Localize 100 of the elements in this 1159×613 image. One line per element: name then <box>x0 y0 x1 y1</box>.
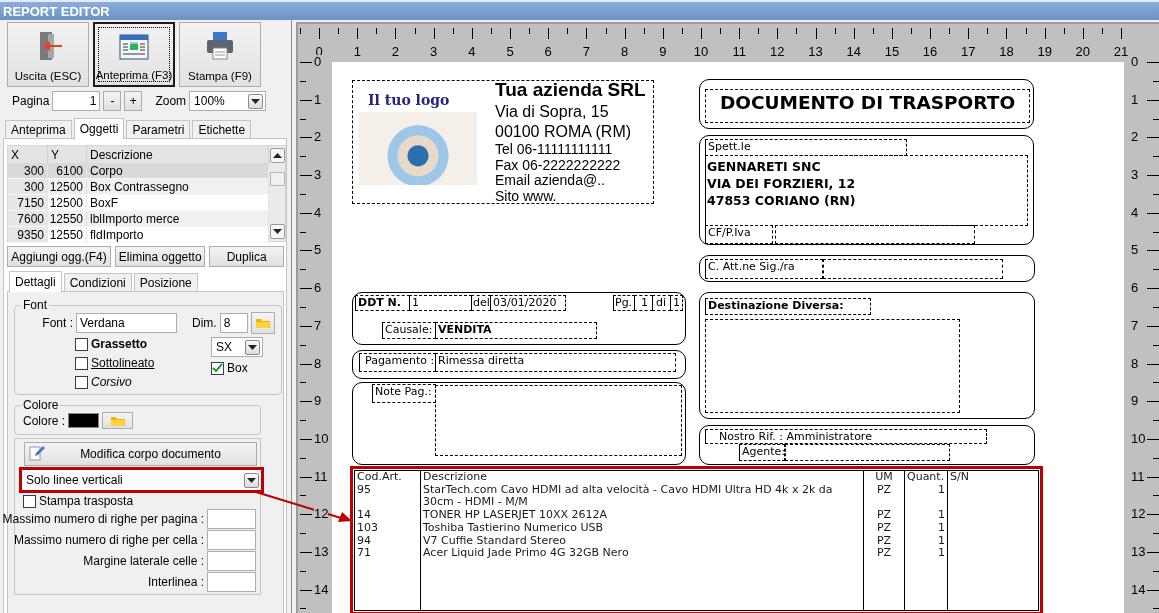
field-label: Pagina <box>12 94 50 108</box>
field-label: Massimo numero di righe per pagina : <box>2 512 204 526</box>
color-swatch[interactable] <box>68 413 100 428</box>
table-cell[interactable]: 12500 <box>48 195 87 211</box>
column-header: Quant. <box>904 470 948 484</box>
table-cell[interactable]: 9350 <box>8 227 48 243</box>
column-header: Descrizione <box>420 470 864 484</box>
table-cell[interactable]: Corpo <box>87 163 269 179</box>
column-header: UM <box>863 470 905 484</box>
toolbar-button[interactable]: Uscita (ESC) <box>7 22 89 87</box>
field-label: Dim. <box>192 316 217 330</box>
tab[interactable]: Parametri <box>126 120 191 138</box>
tab[interactable]: Posizione <box>133 273 198 291</box>
tab[interactable]: Condizioni <box>63 273 132 291</box>
checkbox-label[interactable]: Stampa trasposta <box>39 494 134 508</box>
field-label: del <box>471 295 491 311</box>
ruler-number: 10 <box>693 45 709 59</box>
checkbox[interactable] <box>23 494 36 508</box>
checkbox-label[interactable]: Box <box>227 361 248 375</box>
ruler-number: 4 <box>314 205 322 220</box>
checkbox-label[interactable]: Sottolineato <box>91 356 155 370</box>
table-cell: 1 <box>904 521 948 535</box>
field-value: 03/01/2020 <box>490 295 566 311</box>
line-style-dropdown[interactable]: Solo linee verticali <box>19 467 264 493</box>
field-label: Massimo numero di righe per cella : <box>13 533 204 547</box>
previous-page-button[interactable]: - <box>103 91 122 111</box>
toolbar-button[interactable]: Stampa (F9) <box>179 22 261 87</box>
dropdown-arrow-icon <box>272 229 282 234</box>
input-field[interactable] <box>207 572 256 592</box>
next-page-button[interactable]: + <box>124 91 143 111</box>
table-cell[interactable]: 7600 <box>8 211 48 227</box>
table-cell[interactable]: 12550 <box>48 211 87 227</box>
document-title: DOCUMENTO DI TRASPORTO <box>705 89 1030 123</box>
zoom-dropdown[interactable]: 100% <box>189 91 267 111</box>
ruler-number: 13 <box>1131 544 1146 559</box>
scroll-up-icon[interactable] <box>269 148 285 163</box>
table-cell[interactable]: 6100 <box>48 163 87 179</box>
checkbox-label[interactable]: Corsivo <box>91 375 132 389</box>
field-value: VENDITA <box>435 322 597 339</box>
field-label: Pagamento : <box>359 353 436 372</box>
company-contact: Email azienda@.. <box>495 173 606 189</box>
ruler-number: 14 <box>314 582 329 597</box>
table-cell[interactable]: 7150 <box>8 195 48 211</box>
table-cell[interactable]: Box Contrassegno <box>87 179 269 195</box>
ruler-number: 21 <box>1113 45 1129 59</box>
checkbox[interactable] <box>75 356 88 370</box>
field-label: Note Pag.: <box>372 384 436 403</box>
table-cell: Toshiba Tastierino Numerico USB <box>420 521 864 535</box>
field-label: Nostro Rif. : Amministratore <box>705 429 987 444</box>
table-cell[interactable]: lblImporto merce <box>87 211 269 227</box>
input-field[interactable] <box>207 551 256 571</box>
field-value: Rimessa diretta <box>435 353 676 372</box>
action-button[interactable]: Elimina oggetto <box>115 246 206 267</box>
scroll-down-icon[interactable] <box>269 224 285 239</box>
tab[interactable]: Dettagli <box>9 271 62 292</box>
field-label: Agente: <box>739 444 785 461</box>
input-field[interactable] <box>207 530 256 550</box>
font-name-field[interactable]: Verdana <box>76 313 177 333</box>
table-cell: 94 <box>354 534 421 548</box>
window-title: REPORT EDITOR <box>0 0 1159 20</box>
tab[interactable]: Oggetti <box>73 118 125 139</box>
field-value: 1 <box>409 295 472 311</box>
checkbox-label[interactable]: Grassetto <box>91 337 148 351</box>
ruler-number: 1 <box>1131 92 1139 107</box>
folder-icon <box>254 317 271 329</box>
table-cell: PZ <box>863 547 905 560</box>
ruler-number: 8 <box>1131 356 1139 371</box>
tab[interactable]: Anteprima <box>5 120 72 138</box>
table-cell: 1 <box>904 534 948 548</box>
company-address: 00100 ROMA (RM) <box>495 122 633 142</box>
table-cell[interactable]: BoxF <box>87 195 269 211</box>
checkbox[interactable] <box>75 337 88 351</box>
company-contact: Tel 06-11111111111 <box>495 142 614 158</box>
table-cell: 1 <box>904 547 948 560</box>
ruler-number: 16 <box>922 45 938 59</box>
table-cell[interactable]: fldImporto <box>87 227 269 243</box>
checkbox[interactable] <box>75 375 88 389</box>
table-cell[interactable]: 12550 <box>48 227 87 243</box>
field-label: di <box>652 295 671 311</box>
field-label: DDT N. <box>355 295 410 311</box>
field-label: C. Att.ne Sig./ra <box>705 259 823 279</box>
input-field[interactable] <box>207 509 256 529</box>
table-cell[interactable]: 12500 <box>48 179 87 195</box>
tab[interactable]: Etichette <box>192 120 252 138</box>
ruler-number: 4 <box>1131 205 1139 220</box>
table-cell[interactable]: 300 <box>8 163 48 179</box>
column-header: Descrizione <box>87 146 269 163</box>
font-size-field[interactable]: 8 <box>219 313 248 333</box>
ruler-number: 15 <box>884 45 900 59</box>
table-cell[interactable]: 300 <box>8 179 48 195</box>
scroll-thumb[interactable] <box>269 171 285 186</box>
toolbar-button[interactable]: Anteprima (F3) <box>93 22 175 87</box>
ruler-number: 14 <box>846 45 861 59</box>
edit-body-button[interactable]: Modifica corpo documento <box>24 442 257 466</box>
page-number-field[interactable]: 1 <box>52 91 101 111</box>
action-button[interactable]: Duplica <box>209 246 284 267</box>
action-button[interactable]: Aggiungi ogg.(F4) <box>7 246 112 267</box>
checkbox[interactable] <box>211 361 224 375</box>
alignment-dropdown[interactable]: SX <box>211 337 263 357</box>
recipient-line: VIA DEI FORZIERI, 12 <box>707 175 857 192</box>
